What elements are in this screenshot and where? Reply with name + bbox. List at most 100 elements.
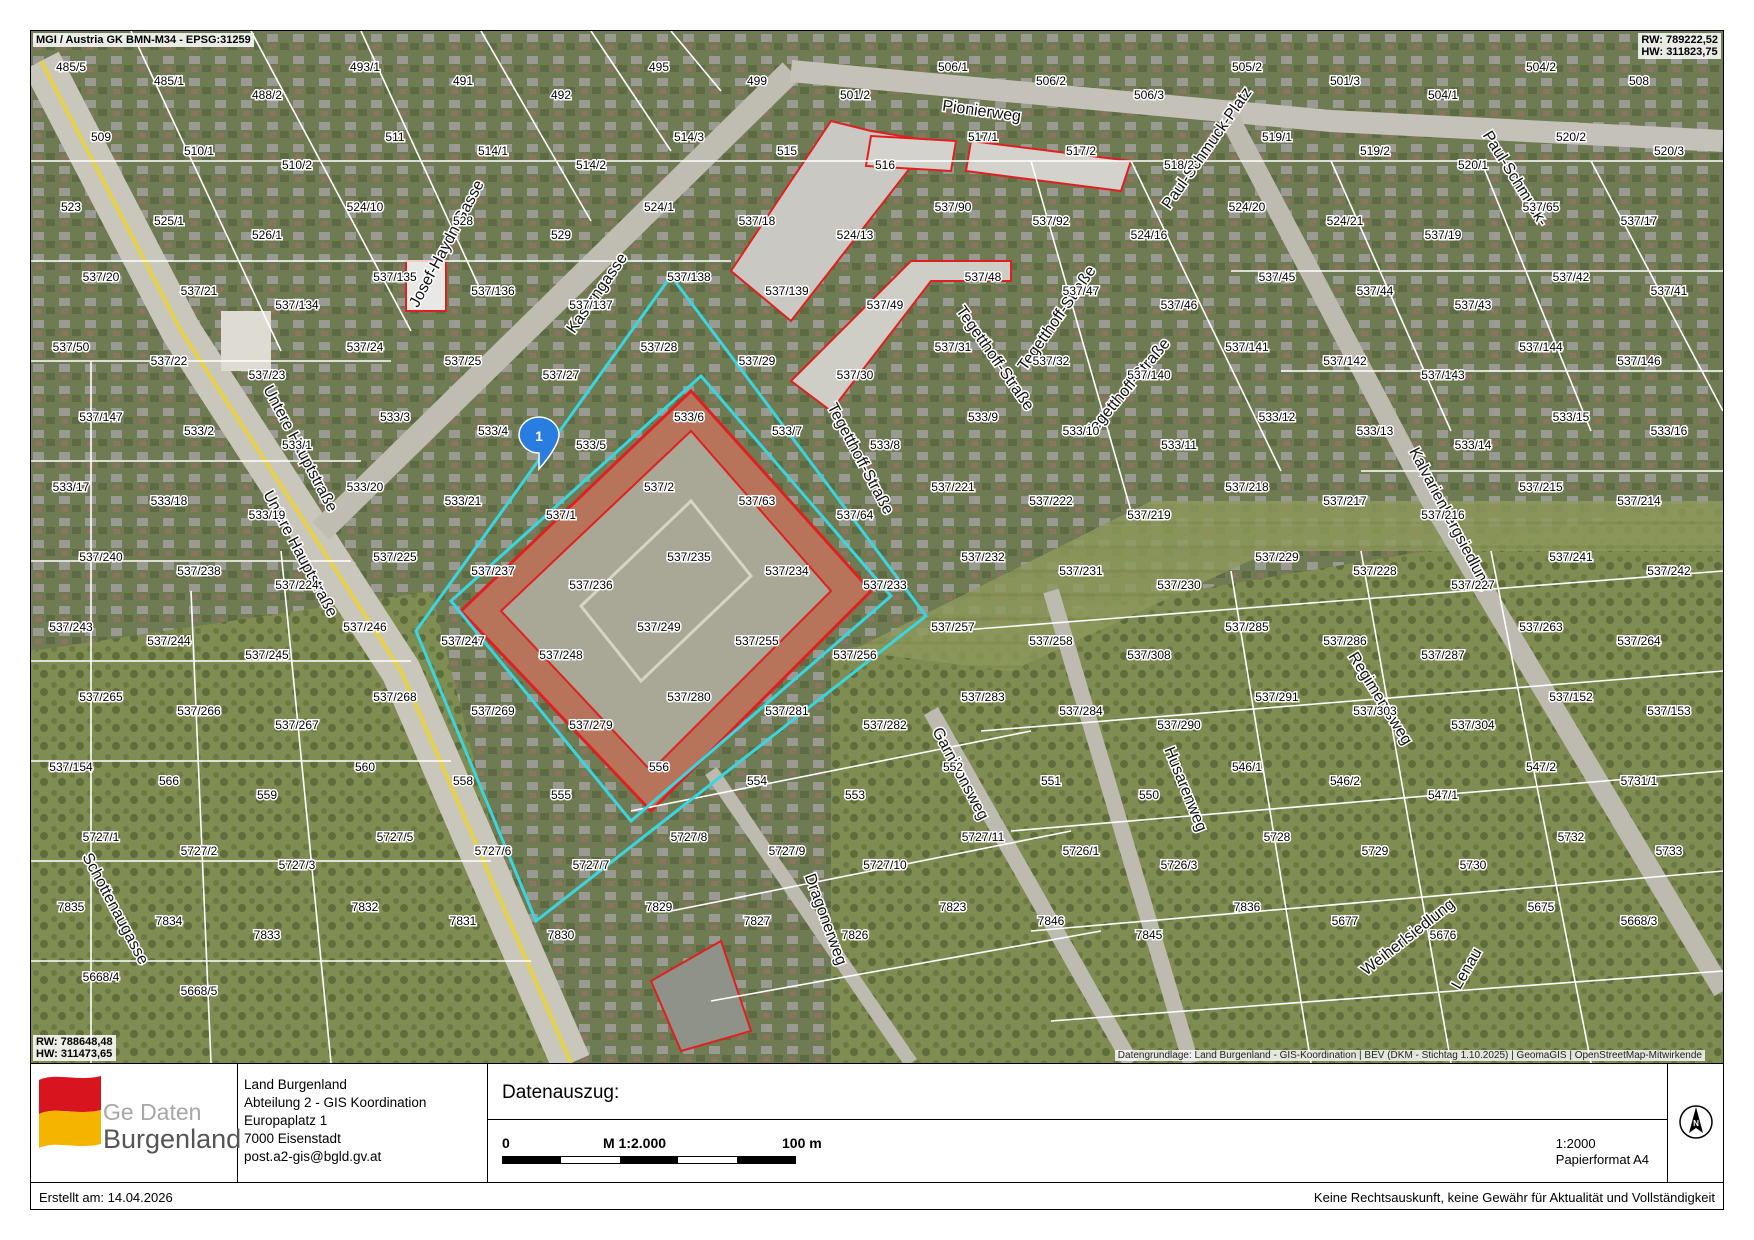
parcel-label[interactable]: 537/43 bbox=[1453, 297, 1493, 314]
parcel-label[interactable]: 533/6 bbox=[672, 409, 705, 426]
parcel-label[interactable]: 537/283 bbox=[960, 689, 1007, 706]
parcel-label[interactable]: 537/231 bbox=[1058, 563, 1105, 580]
parcel-label[interactable]: 537/142 bbox=[1322, 353, 1369, 370]
parcel-label[interactable]: 524/20 bbox=[1227, 199, 1267, 216]
parcel-label[interactable]: 537/258 bbox=[1028, 633, 1075, 650]
parcel-label[interactable]: 533/2 bbox=[182, 423, 215, 440]
parcel-label[interactable]: 537/240 bbox=[78, 549, 125, 566]
parcel-label[interactable]: 537/242 bbox=[1646, 563, 1693, 580]
parcel-label[interactable]: 533/12 bbox=[1257, 409, 1297, 426]
parcel-label[interactable]: 485/5 bbox=[54, 59, 87, 76]
parcel-label[interactable]: 537/303 bbox=[1352, 703, 1399, 720]
parcel-label[interactable]: 537/18 bbox=[737, 213, 777, 230]
parcel-label[interactable]: 5727/1 bbox=[81, 829, 121, 846]
parcel-label[interactable]: 537/221 bbox=[930, 479, 977, 496]
parcel-label[interactable]: 566 bbox=[157, 773, 180, 790]
parcel-label[interactable]: 504/2 bbox=[1524, 59, 1557, 76]
parcel-label[interactable]: 537/25 bbox=[443, 353, 483, 370]
parcel-label[interactable]: 537/216 bbox=[1420, 507, 1467, 524]
parcel-label[interactable]: 533/8 bbox=[868, 437, 901, 454]
parcel-label[interactable]: 499 bbox=[745, 73, 768, 90]
parcel-label[interactable]: 533/14 bbox=[1453, 437, 1493, 454]
parcel-label[interactable]: 537/154 bbox=[48, 759, 95, 776]
parcel-label[interactable]: 5676 bbox=[1428, 927, 1458, 944]
parcel-label[interactable]: 537/246 bbox=[342, 619, 389, 636]
parcel-label[interactable]: 537/266 bbox=[176, 703, 223, 720]
parcel-label[interactable]: 537/31 bbox=[933, 339, 973, 356]
parcel-label[interactable]: 517/2 bbox=[1064, 143, 1097, 160]
parcel-label[interactable]: 510/1 bbox=[182, 143, 215, 160]
parcel-label[interactable]: 7846 bbox=[1036, 913, 1066, 930]
parcel-label[interactable]: 7832 bbox=[350, 899, 380, 916]
parcel-label[interactable]: 519/2 bbox=[1358, 143, 1391, 160]
parcel-label[interactable]: 519/1 bbox=[1260, 129, 1293, 146]
parcel-label[interactable]: 537/146 bbox=[1616, 353, 1663, 370]
parcel-label[interactable]: 533/3 bbox=[378, 409, 411, 426]
parcel-label[interactable]: 537/268 bbox=[372, 689, 419, 706]
parcel-label[interactable]: 529 bbox=[549, 227, 572, 244]
parcel-label[interactable]: 537/49 bbox=[865, 297, 905, 314]
parcel-label[interactable]: 7826 bbox=[840, 927, 870, 944]
parcel-label[interactable]: 554 bbox=[745, 773, 768, 790]
parcel-label[interactable]: 533/15 bbox=[1551, 409, 1591, 426]
parcel-label[interactable]: 505/2 bbox=[1230, 59, 1263, 76]
parcel-label[interactable]: 537/27 bbox=[541, 367, 581, 384]
parcel-label[interactable]: 533/5 bbox=[574, 437, 607, 454]
parcel-label[interactable]: 5726/1 bbox=[1061, 843, 1101, 860]
parcel-label[interactable]: 537/42 bbox=[1551, 269, 1591, 286]
parcel-label[interactable]: 5727/9 bbox=[767, 843, 807, 860]
parcel-label[interactable]: 514/2 bbox=[574, 157, 607, 174]
parcel-label[interactable]: 533/4 bbox=[476, 423, 509, 440]
parcel-label[interactable]: 5668/3 bbox=[1619, 913, 1659, 930]
parcel-label[interactable]: 7823 bbox=[938, 899, 968, 916]
parcel-label[interactable]: 537/284 bbox=[1058, 703, 1105, 720]
parcel-label[interactable]: 5727/11 bbox=[960, 829, 1006, 846]
parcel-label[interactable]: 537/63 bbox=[737, 493, 777, 510]
parcel-label[interactable]: 509 bbox=[89, 129, 112, 146]
parcel-label[interactable]: 533/20 bbox=[345, 479, 385, 496]
parcel-label[interactable]: 510/2 bbox=[280, 157, 313, 174]
parcel-label[interactable]: 537/282 bbox=[862, 717, 909, 734]
parcel-label[interactable]: 537/152 bbox=[1548, 689, 1595, 706]
parcel-label[interactable]: 537/243 bbox=[48, 619, 95, 636]
parcel-label[interactable]: 537/264 bbox=[1616, 633, 1663, 650]
parcel-label[interactable]: 511 bbox=[384, 129, 406, 146]
parcel-label[interactable]: 537/228 bbox=[1352, 563, 1399, 580]
parcel-label[interactable]: 537/233 bbox=[862, 577, 909, 594]
parcel-label[interactable]: 537/217 bbox=[1322, 493, 1369, 510]
parcel-label[interactable]: 5726/3 bbox=[1159, 857, 1199, 874]
parcel-label[interactable]: 520/2 bbox=[1554, 129, 1587, 146]
parcel-label[interactable]: 537/41 bbox=[1649, 283, 1689, 300]
parcel-label[interactable]: 537/45 bbox=[1257, 269, 1297, 286]
parcel-label[interactable]: 537/215 bbox=[1518, 479, 1565, 496]
parcel-label[interactable]: 537/136 bbox=[470, 283, 517, 300]
parcel-label[interactable]: 537/92 bbox=[1031, 213, 1071, 230]
parcel-label[interactable]: 5727/6 bbox=[473, 843, 513, 860]
parcel-label[interactable]: 537/48 bbox=[963, 269, 1003, 286]
parcel-label[interactable]: 537/285 bbox=[1224, 619, 1271, 636]
parcel-label[interactable]: 506/1 bbox=[936, 59, 969, 76]
parcel-label[interactable]: 506/2 bbox=[1034, 73, 1067, 90]
parcel-label[interactable]: 7827 bbox=[742, 913, 772, 930]
parcel-label[interactable]: 533/18 bbox=[149, 493, 189, 510]
parcel-label[interactable]: 514/3 bbox=[672, 129, 705, 146]
parcel-label[interactable]: 520/1 bbox=[1456, 157, 1489, 174]
parcel-label[interactable]: 524/16 bbox=[1129, 227, 1169, 244]
parcel-label[interactable]: 526/1 bbox=[250, 227, 283, 244]
parcel-label[interactable]: 491 bbox=[451, 73, 474, 90]
parcel-label[interactable]: 560 bbox=[353, 759, 376, 776]
parcel-label[interactable]: 537/263 bbox=[1518, 619, 1565, 636]
parcel-label[interactable]: 492 bbox=[549, 87, 572, 104]
parcel-label[interactable]: 546/1 bbox=[1230, 759, 1263, 776]
email-link[interactable]: post.a2-gis@bgld.gv.at bbox=[244, 1148, 487, 1166]
parcel-label[interactable]: 7831 bbox=[448, 913, 478, 930]
parcel-label[interactable]: 537/235 bbox=[666, 549, 713, 566]
parcel-label[interactable]: 7836 bbox=[1232, 899, 1262, 916]
parcel-label[interactable]: 533/17 bbox=[51, 479, 91, 496]
parcel-label[interactable]: 537/247 bbox=[440, 633, 487, 650]
parcel-label[interactable]: 537/19 bbox=[1423, 227, 1463, 244]
parcel-label[interactable]: 504/1 bbox=[1426, 87, 1459, 104]
parcel-label[interactable]: 516 bbox=[873, 157, 896, 174]
parcel-label[interactable]: 520/3 bbox=[1652, 143, 1685, 160]
parcel-label[interactable]: 7830 bbox=[546, 927, 576, 944]
